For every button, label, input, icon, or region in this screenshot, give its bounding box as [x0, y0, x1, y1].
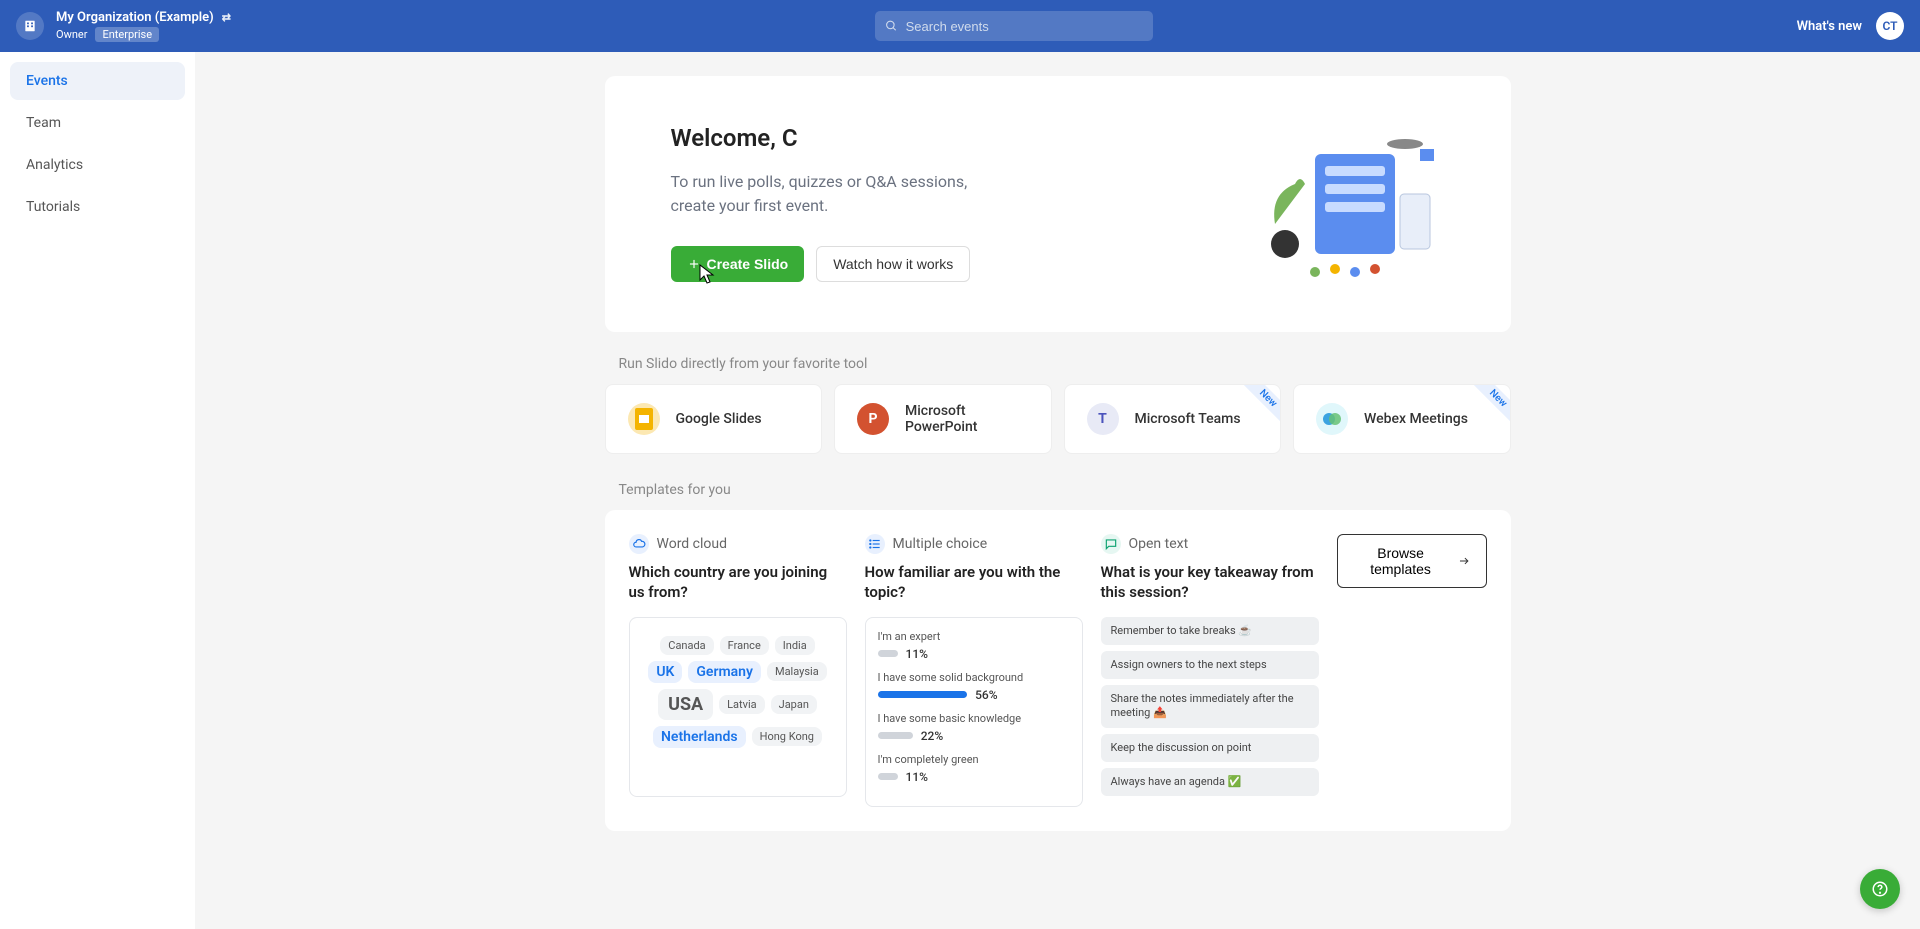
org-selector[interactable]: My Organization (Example) ⇄ Owner Enterp…	[56, 10, 231, 42]
word-cloud-word: Canada	[660, 636, 713, 655]
mc-option: I have some basic knowledge22%	[878, 712, 1070, 743]
google-slides-icon	[628, 403, 660, 435]
open-text-response: Remember to take breaks ☕	[1101, 617, 1319, 645]
word-cloud-word: France	[720, 636, 769, 655]
org-icon	[16, 12, 44, 40]
template-question: How familiar are you with the topic?	[865, 562, 1083, 603]
welcome-card: Welcome, C To run live polls, quizzes or…	[605, 76, 1511, 332]
templates-card: Word cloud Which country are you joining…	[605, 510, 1511, 831]
browse-templates-button[interactable]: Browse templates	[1337, 534, 1487, 588]
tool-label: Google Slides	[676, 411, 762, 427]
tool-google-slides[interactable]: Google Slides	[605, 384, 823, 454]
word-cloud-word: Japan	[771, 695, 817, 714]
sidebar-item-team[interactable]: Team	[10, 104, 185, 142]
sidebar-item-events[interactable]: Events	[10, 62, 185, 100]
webex-icon	[1316, 403, 1348, 435]
word-cloud-word: Latvia	[719, 695, 765, 714]
search-icon	[885, 19, 898, 33]
open-text-response: Keep the discussion on point	[1101, 734, 1319, 762]
templates-section-label: Templates for you	[619, 482, 1511, 498]
tool-label: Microsoft PowerPoint	[905, 403, 1029, 435]
top-header: My Organization (Example) ⇄ Owner Enterp…	[0, 0, 1920, 52]
whats-new-link[interactable]: What's new	[1797, 19, 1862, 34]
mc-option: I'm an expert11%	[878, 630, 1070, 661]
mc-option: I'm completely green11%	[878, 753, 1070, 784]
word-cloud-preview: Canada France India UK Germany Malaysia USA Lat…	[629, 617, 847, 797]
word-cloud-word: Hong Kong	[752, 727, 822, 746]
template-open-text[interactable]: Open text What is your key takeaway from…	[1101, 534, 1319, 797]
help-button[interactable]	[1860, 869, 1900, 909]
chat-icon	[1101, 534, 1121, 554]
multiple-choice-preview: I'm an expert11% I have some solid backgr…	[865, 617, 1083, 807]
tool-teams[interactable]: T Microsoft Teams New	[1064, 384, 1282, 454]
search-box[interactable]	[875, 11, 1153, 41]
help-icon	[1871, 880, 1889, 898]
tool-label: Webex Meetings	[1364, 411, 1468, 427]
switch-org-icon: ⇄	[222, 11, 231, 24]
template-question: Which country are you joining us from?	[629, 562, 847, 603]
tool-label: Microsoft Teams	[1135, 411, 1241, 427]
word-cloud-word: UK	[648, 661, 682, 683]
create-slido-label: Create Slido	[707, 256, 789, 272]
template-word-cloud[interactable]: Word cloud Which country are you joining…	[629, 534, 847, 797]
tools-section-label: Run Slido directly from your favorite to…	[619, 356, 1511, 372]
open-text-preview: Remember to take breaks ☕ Assign owners t…	[1101, 617, 1319, 797]
word-cloud-word: Netherlands	[653, 726, 746, 748]
search-input[interactable]	[906, 19, 1143, 34]
new-badge: New	[1242, 384, 1281, 425]
template-type-label: Word cloud	[657, 536, 728, 552]
welcome-subtitle: To run live polls, quizzes or Q&A sessio…	[671, 170, 991, 218]
list-icon	[865, 534, 885, 554]
welcome-illustration	[1245, 124, 1445, 284]
open-text-response: Always have an agenda ✅	[1101, 768, 1319, 796]
plus-icon	[687, 257, 701, 271]
powerpoint-icon: P	[857, 403, 889, 435]
sidebar-item-analytics[interactable]: Analytics	[10, 146, 185, 184]
sidebar: Events Team Analytics Tutorials	[0, 52, 195, 929]
tools-row: Google Slides P Microsoft PowerPoint T M…	[605, 384, 1511, 454]
cloud-icon	[629, 534, 649, 554]
template-question: What is your key takeaway from this sess…	[1101, 562, 1319, 603]
word-cloud-word: USA	[658, 689, 713, 720]
org-role: Owner	[56, 28, 87, 41]
template-type-label: Open text	[1129, 536, 1189, 552]
open-text-response: Share the notes immediately after the me…	[1101, 685, 1319, 728]
avatar[interactable]: CT	[1876, 12, 1904, 40]
welcome-title: Welcome, C	[671, 124, 991, 152]
plan-badge: Enterprise	[95, 27, 159, 42]
template-type-label: Multiple choice	[893, 536, 988, 552]
create-slido-button[interactable]: Create Slido	[671, 246, 805, 282]
template-multiple-choice[interactable]: Multiple choice How familiar are you wit…	[865, 534, 1083, 807]
new-badge: New	[1471, 384, 1510, 425]
mc-option: I have some solid background56%	[878, 671, 1070, 702]
word-cloud-word: Germany	[688, 661, 761, 683]
teams-icon: T	[1087, 403, 1119, 435]
word-cloud-word: Malaysia	[767, 662, 827, 681]
org-name: My Organization (Example)	[56, 10, 214, 25]
arrow-right-icon	[1458, 554, 1470, 568]
word-cloud-word: India	[775, 636, 815, 655]
tool-powerpoint[interactable]: P Microsoft PowerPoint	[834, 384, 1052, 454]
sidebar-item-tutorials[interactable]: Tutorials	[10, 188, 185, 226]
tool-webex[interactable]: Webex Meetings New	[1293, 384, 1511, 454]
watch-how-button[interactable]: Watch how it works	[816, 246, 970, 282]
browse-templates-label: Browse templates	[1354, 545, 1448, 577]
open-text-response: Assign owners to the next steps	[1101, 651, 1319, 679]
